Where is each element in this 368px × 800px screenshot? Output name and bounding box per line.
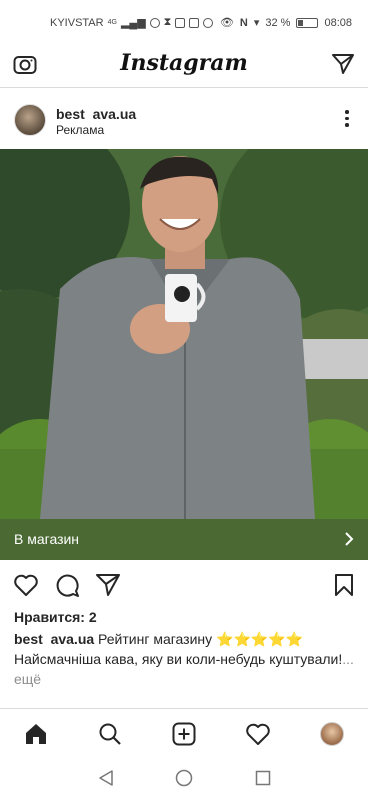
bottom-tab-bar (0, 708, 368, 758)
more-options-icon[interactable] (344, 110, 350, 130)
likes-count[interactable]: Нравится: 2 (14, 609, 97, 625)
instagram-logo: Instagram (120, 50, 248, 76)
shop-now-label: В магазин (14, 531, 80, 547)
post-username[interactable]: best ava.ua (56, 106, 136, 122)
system-nav-bar (0, 758, 368, 800)
back-icon[interactable] (96, 768, 116, 788)
post-actions (0, 566, 368, 606)
caption-username[interactable]: best ava.ua (14, 631, 94, 647)
battery-percent: 32 % (265, 16, 291, 29)
battery-icon (296, 17, 319, 28)
share-icon[interactable] (94, 572, 122, 598)
caption-body: Найсмачніша кава, яку ви коли-небудь куш… (14, 651, 343, 667)
post-caption: best ava.ua Рейтинг магазину ⭐⭐⭐⭐⭐ Найсм… (14, 629, 354, 689)
nfc-icon: N (239, 16, 248, 29)
signal-icon: ▂▄▆ (120, 17, 146, 29)
search-icon[interactable] (97, 721, 123, 747)
new-post-icon[interactable] (171, 721, 197, 747)
profile-avatar[interactable] (319, 721, 345, 747)
bookmark-icon[interactable] (332, 572, 356, 598)
heart-icon[interactable] (12, 572, 40, 598)
sponsored-label: Реклама (56, 123, 105, 137)
status-bar: KYIVSTAR 4G ▂▄▆ ⧗ 👁 N ▾ 32 % 08:08 (0, 0, 368, 40)
pinterest-notification-icon (203, 17, 214, 28)
network-label: 4G (107, 19, 117, 26)
status-left: KYIVSTAR 4G ▂▄▆ ⧗ (50, 16, 214, 29)
home-icon[interactable] (23, 721, 49, 747)
status-right: 👁 N ▾ 32 % 08:08 (219, 16, 352, 30)
activity-icon[interactable] (245, 721, 271, 747)
caption-text: Рейтинг магазину ⭐⭐⭐⭐⭐ (94, 631, 304, 647)
carrier-label: KYIVSTAR (50, 16, 104, 29)
instagram-notification-icon (175, 17, 186, 28)
wifi-icon: ▾ (253, 17, 260, 29)
author-avatar[interactable] (14, 104, 46, 136)
hourglass-icon: ⧗ (163, 16, 172, 28)
eye-icon: 👁 (219, 17, 234, 29)
app-header: Instagram (0, 40, 368, 88)
comment-icon[interactable] (53, 572, 81, 598)
clock: 08:08 (324, 16, 352, 29)
post-header: best ava.ua Реклама (0, 98, 368, 146)
home-circle-icon[interactable] (174, 768, 194, 788)
app-notification-icon (149, 17, 160, 28)
recents-icon[interactable] (253, 768, 273, 788)
shop-now-button[interactable]: В магазин (0, 519, 368, 560)
message-notification-icon (189, 17, 200, 28)
profile-avatar-image (320, 722, 344, 746)
direct-message-icon[interactable] (330, 52, 356, 76)
post-image[interactable] (0, 149, 368, 519)
chevron-right-icon (345, 532, 354, 546)
